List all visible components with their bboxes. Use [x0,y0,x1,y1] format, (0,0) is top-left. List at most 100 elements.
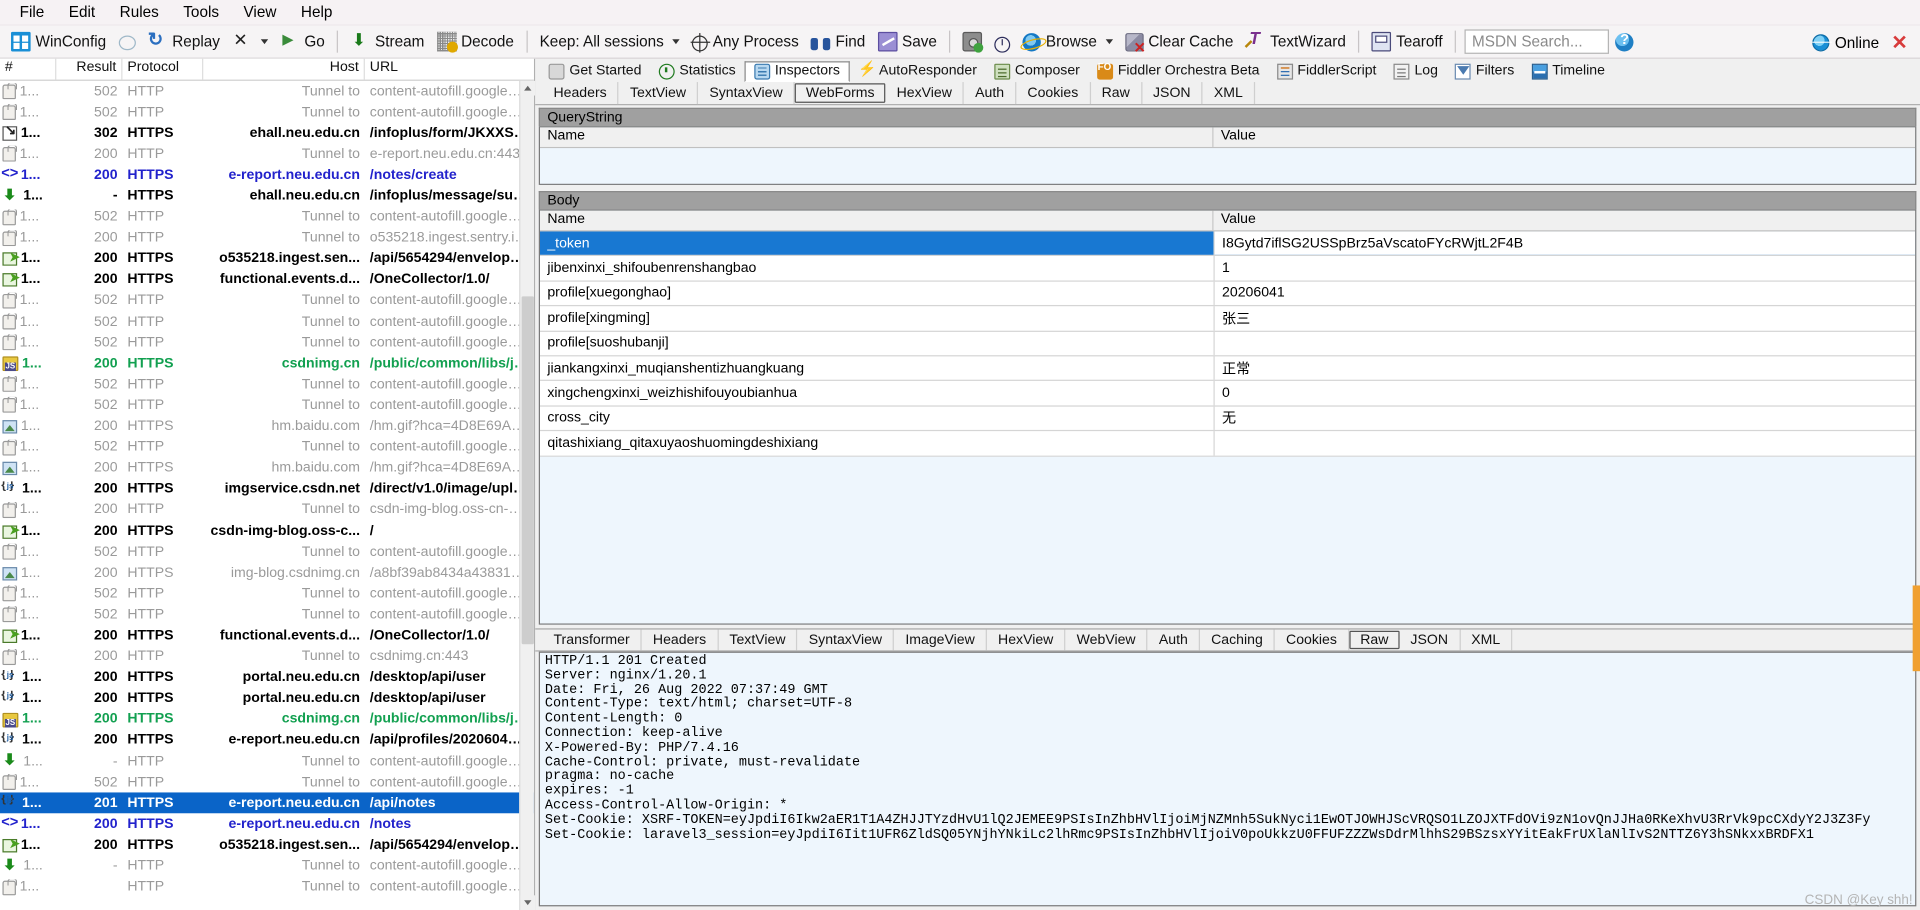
menu-item-tools[interactable]: Tools [171,1,231,23]
column-header-url[interactable]: URL [365,59,534,80]
response-tab-webview[interactable]: WebView [1066,629,1148,651]
table-row[interactable]: 1... 502 HTTP Tunnel to content-autofill.goo… [0,437,534,458]
body-grid-rows[interactable]: _token I8Gytd7iflSG2USSpBrz5aVscatoFYcRWj… [540,231,1916,457]
table-row[interactable]: 1... 200 HTTP Tunnel to o535218.ingest.sentr… [0,227,534,248]
table-row[interactable]: 1... 200 HTTPS img-blog.csdnimg.cn/a8bf39ab… [0,562,534,583]
request-tab-cookies[interactable]: Cookies [1016,82,1091,105]
response-tab-hexview[interactable]: HexView [987,629,1066,651]
tearoff-button[interactable]: Tearoff [1365,28,1448,56]
request-tab-auth[interactable]: Auth [964,82,1017,105]
response-tab-auth[interactable]: Auth [1148,629,1201,651]
table-row[interactable]: 1... 502 HTTP Tunnel to content-autofill.goo… [0,206,534,227]
table-row[interactable]: 1... -HTTP Tunnel to content-autofill.googl… [0,855,533,876]
textwizard-button[interactable]: TextWizard [1240,28,1352,56]
request-tab-syntaxview[interactable]: SyntaxView [698,82,795,105]
table-row[interactable]: qitashixiang_qitaxuyaoshuomingdeshixiang [540,431,1916,457]
column-header-protocol[interactable]: Protocol [122,58,204,80]
request-tab-json[interactable]: JSON [1142,82,1203,105]
table-row[interactable]: 1... 502 HTTP Tunnel to content-autofill.goo… [0,583,534,604]
tab-autoresponder[interactable]: AutoResponder [850,59,986,82]
response-tab-imageview[interactable]: ImageView [894,629,988,651]
request-tab-headers[interactable]: Headers [542,82,619,105]
request-tab-xml[interactable]: XML [1203,82,1256,105]
response-tab-xml[interactable]: XML [1460,629,1513,651]
scroll-up-arrow-icon[interactable] [520,80,536,96]
querystring-grid[interactable]: Name Value [538,126,1917,185]
table-row[interactable]: 1... 200 HTTPS csdn-img-blog.oss-c... / [0,521,534,542]
scroll-down-arrow-icon[interactable] [520,895,536,910]
menu-item-help[interactable]: Help [289,1,345,23]
body-grid[interactable]: Name Value _token I8Gytd7iflSG2USSpBrz5aV… [538,209,1917,625]
table-row[interactable]: 1... 200 HTTPS portal.neu.edu.cn/desktop/ap… [0,688,534,709]
tab-composer[interactable]: Composer [985,61,1088,82]
scrollbar-thumb[interactable] [521,296,534,645]
find-button[interactable]: Find [805,28,872,56]
help-button[interactable] [1609,28,1640,56]
table-row[interactable]: 1... -HTTP Tunnel to content-autofill.googl… [0,751,533,772]
request-tab-raw[interactable]: Raw [1091,82,1142,105]
table-row[interactable]: 1... 502 HTTP Tunnel to content-autofill.goo… [0,374,534,395]
querystring-col-value[interactable]: Value [1213,127,1915,147]
response-tab-cookies[interactable]: Cookies [1275,629,1350,651]
menu-item-rules[interactable]: Rules [107,1,171,23]
any-process-button[interactable]: Any Process [686,28,805,56]
save-button[interactable]: Save [871,28,943,56]
table-row[interactable]: 1... 502 HTTP Tunnel to content-autofill.goo… [0,604,534,625]
menu-item-edit[interactable]: Edit [57,1,108,23]
table-row[interactable]: profile[suoshubanji] [540,331,1916,357]
table-row[interactable]: 1... 200 HTTPS csdnimg.cn/public/common/lib… [0,353,534,374]
table-row[interactable]: profile[xuegonghao] 20206041 [540,281,1916,307]
table-row[interactable]: 1... 200 HTTPS o535218.ingest.sen... /api/56… [0,248,534,269]
tab-fiddlerscript[interactable]: FiddlerScript [1268,61,1385,82]
table-row[interactable]: jiankangxinxi_muqianshentizhuangkuang 正常 [540,356,1916,382]
body-col-value[interactable]: Value [1213,211,1915,231]
table-row[interactable]: 1... 200 HTTPS imgservice.csdn.net/direct/v… [0,479,534,500]
session-list-body[interactable]: 1... 502 HTTP Tunnel to content-autofill.goo… [0,81,534,910]
clear-cache-button[interactable]: Clear Cache [1119,28,1240,56]
tab-fiddler-orchestra-beta[interactable]: Fiddler Orchestra Beta [1088,61,1268,82]
response-tab-syntaxview[interactable]: SyntaxView [798,629,895,651]
table-row[interactable]: cross_city 无 [540,406,1916,432]
remove-button[interactable] [226,28,274,56]
table-row[interactable]: 1... 200 HTTPS e-report.neu.edu.cn/api/prof… [0,730,534,751]
column-header-number[interactable]: # [0,58,57,80]
tab-inspectors[interactable]: Inspectors [744,61,850,83]
comment-button[interactable] [112,28,141,56]
response-tab-textview[interactable]: TextView [718,629,798,651]
menu-item-file[interactable]: File [7,1,56,23]
table-row[interactable]: 1... 502 HTTP Tunnel to content-autofill.goo… [0,290,534,311]
table-row[interactable]: 1... 502 HTTP Tunnel to content-autofill.goo… [0,311,534,332]
table-row[interactable]: 1... 502 HTTP Tunnel to content-autofill.goo… [0,81,534,102]
go-button[interactable]: Go [274,28,331,56]
response-tab-transformer[interactable]: Transformer [542,629,642,651]
table-row[interactable]: 1... HTTP Tunnel to content-autofill.google… [0,876,534,897]
table-row[interactable]: 1... 200 HTTPS functional.events.d... /OneCo… [0,269,534,290]
table-row[interactable]: 1... 200 HTTPS e-report.neu.edu.cn/notes/cr… [0,165,534,186]
response-tab-headers[interactable]: Headers [642,629,719,651]
table-row[interactable]: 1... 200 HTTP Tunnel to csdnimg.cn:443 [0,646,534,667]
table-row[interactable]: 1... 502 HTTP Tunnel to content-autofill.goo… [0,772,534,793]
table-row[interactable]: 1... 200 HTTPS hm.baidu.com/hm.gif?hca=4D8E… [0,458,534,479]
table-row[interactable]: 1... 502 HTTP Tunnel to content-autofill.goo… [0,332,534,353]
msdn-search-input[interactable]: MSDN Search... [1464,29,1610,54]
tab-log[interactable]: Log [1385,61,1446,82]
table-row[interactable]: 1... 302 HTTPS ehall.neu.edu.cn/infoplus/fo… [0,123,534,144]
table-row[interactable]: profile[xingming] 张三 [540,306,1916,332]
tab-timeline[interactable]: Timeline [1523,61,1614,82]
tab-statistics[interactable]: Statistics [650,61,744,82]
table-row[interactable]: 1... 502 HTTP Tunnel to content-autofill.goo… [0,541,534,562]
timer-button[interactable] [988,28,1016,56]
table-row[interactable]: 1... 201 HTTPS e-report.neu.edu.cn/api/note… [0,792,534,814]
table-row[interactable]: 1... 200 HTTPS portal.neu.edu.cn/desktop/ap… [0,667,534,688]
session-list-scrollbar[interactable] [519,80,536,910]
request-tab-webforms[interactable]: WebForms [794,83,886,103]
column-header-host[interactable]: Host [203,58,365,80]
decode-button[interactable]: Decode [431,28,521,56]
response-tab-raw[interactable]: Raw [1349,630,1400,650]
table-row[interactable]: 1... 200 HTTPS functional.events.d... /OneCo… [0,625,534,646]
response-tab-caching[interactable]: Caching [1200,629,1276,651]
table-row[interactable]: 1... 200 HTTP Tunnel to csdn-img-blog.oss-cn… [0,500,534,521]
request-tab-textview[interactable]: TextView [619,82,699,105]
close-button[interactable]: ✕ [1884,30,1915,54]
menu-item-view[interactable]: View [231,1,288,23]
